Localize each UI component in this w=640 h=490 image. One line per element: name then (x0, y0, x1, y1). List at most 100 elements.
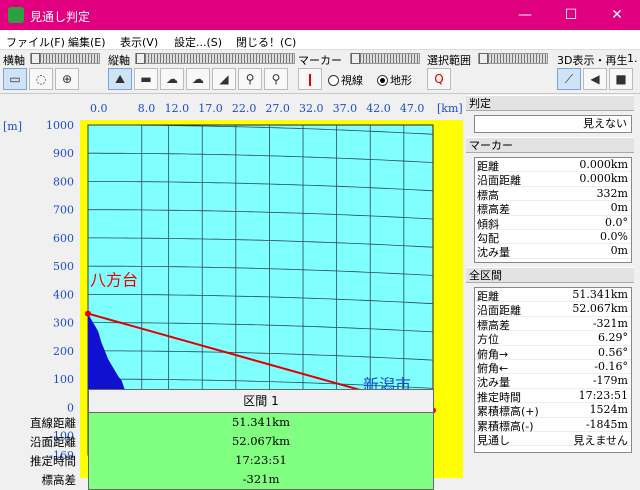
maximize-button[interactable]: ☐ (548, 0, 594, 30)
cloud-icon[interactable]: ☁ (160, 68, 184, 90)
mountain-icon[interactable]: ⛰ (108, 68, 132, 90)
3d-icon[interactable]: ⟋ (557, 68, 581, 90)
v-axis-slider[interactable] (135, 53, 295, 64)
segment-surface-distance: 52.067km (231, 434, 291, 448)
x-axis-label: [km] (437, 102, 463, 115)
window-title: 見通し判定 (30, 10, 91, 24)
minimize-button[interactable]: — (502, 0, 548, 30)
segment-table: 区間 1 51.341km 52.067km 17:23:51 -321m (88, 389, 434, 490)
y-tick-label: 100 (53, 373, 74, 386)
all-range-value: -321m (592, 316, 628, 330)
label-height-diff: 標高差 (41, 473, 77, 487)
menu-close[interactable]: 閉じる！(C) (236, 34, 296, 50)
v-axis-label: 縦軸 (108, 54, 130, 67)
x-tick-label: 42.0 (366, 102, 391, 115)
display-3d-label: 3D表示・再生 (557, 54, 628, 67)
h-axis-slider-thumb[interactable] (31, 53, 40, 64)
menu-view[interactable]: 表示(V) (120, 34, 158, 50)
x-tick-label: 22.0 (232, 102, 257, 115)
marker-value: 0.0° (605, 215, 628, 229)
all-range-row: 方位 6.29° (475, 331, 631, 346)
segment-straight-distance: 51.341km (231, 415, 291, 429)
segment-values: 51.341km 52.067km 17:23:51 -321m (88, 413, 434, 490)
marker-row: 距離 0.000km (475, 158, 631, 173)
slope-icon[interactable]: ◢ (212, 68, 236, 90)
all-range-row: 俯角← -0.16° (475, 359, 631, 375)
x-tick-label: 8.0 (138, 102, 156, 115)
range-slider[interactable] (478, 53, 548, 64)
circle-icon[interactable]: ◌ (29, 68, 53, 90)
y-tick-label: 700 (53, 204, 74, 217)
h-axis-slider[interactable] (30, 53, 100, 64)
y-axis-label: [m] (3, 120, 22, 133)
marker-row: 勾配 0.0% (475, 229, 631, 245)
marker-label: マーカー (298, 54, 342, 67)
flat-icon[interactable]: ▬ (134, 68, 158, 90)
zoom-icon[interactable]: ⊕ (55, 68, 79, 90)
y-tick-label: 900 (53, 147, 74, 160)
sight-line-radio[interactable]: 視線 (328, 72, 363, 88)
segment-header[interactable]: 区間 1 (88, 389, 434, 413)
all-range-row: 俯角→ 0.56° (475, 346, 631, 361)
extra-label: 1. (627, 52, 638, 65)
all-range-row: 標高差 -321m (475, 316, 631, 332)
x-tick-label: 32.0 (299, 102, 324, 115)
marker-value: 0.000km (579, 158, 628, 171)
label-straight-distance: 直線距離 (30, 416, 76, 430)
judgement-value: 見えない (474, 115, 632, 133)
marker-row: 傾斜 0.0° (475, 215, 631, 231)
all-range-row: 沈み量 -179m (475, 374, 631, 389)
all-range-row: 累積標高(+) 1524m (475, 403, 631, 418)
marker-head: マーカー (466, 137, 634, 153)
marker-value: 0.0% (600, 229, 628, 243)
sight-line-label: 視線 (341, 74, 363, 87)
all-range-row: 距離 51.341km (475, 288, 631, 303)
x-tick-label: 47.0 (400, 102, 425, 115)
marker-info-box: 距離 0.000km 沿面距離 0.000km 標高 332m 標高差 0m 傾斜 0.0° 勾配 0… (474, 157, 632, 263)
all-range-head: 全区間 (466, 267, 634, 283)
all-range-value: -0.16° (594, 359, 628, 373)
marker-value: 0m (610, 244, 628, 258)
close-button[interactable]: ✕ (594, 0, 640, 30)
lock-icon[interactable]: ⚲ (238, 68, 262, 90)
play-icon[interactable]: ◀ (583, 68, 607, 90)
app-icon (8, 7, 24, 23)
range-slider-thumb[interactable] (479, 53, 488, 64)
all-range-row: 累積標高(-) -1845m (475, 418, 631, 433)
all-range-value: -179m (592, 374, 628, 388)
menu-bar: ファイル(F) 編集(E) 表示(V) 設定...(S) 閉じる！(C) (0, 30, 640, 50)
y-tick-label: 500 (53, 260, 74, 273)
y-tick-label: 200 (53, 345, 74, 358)
marker-row: 沈み量 0m (475, 244, 631, 260)
stop-icon[interactable]: ■ (609, 68, 633, 90)
side-panel: 判定 見えない マーカー 距離 0.000km 沿面距離 0.000km 標高 332m 標… (466, 95, 640, 480)
lock2-icon[interactable]: ⚲ (264, 68, 288, 90)
menu-settings[interactable]: 設定...(S) (174, 34, 222, 50)
judgement-head: 判定 (466, 95, 634, 111)
terrain-radio-circle (377, 75, 388, 86)
marker-row: 標高 332m (475, 187, 631, 202)
menu-edit[interactable]: 編集(E) (68, 34, 106, 50)
terrain-label: 地形 (390, 74, 412, 87)
all-range-row: 推定時間 17:23:51 (475, 389, 631, 404)
marker-value: 0m (610, 201, 628, 215)
cloud2-icon[interactable]: ☁ (186, 68, 210, 90)
marker-slider-thumb[interactable] (351, 53, 360, 64)
menu-file[interactable]: ファイル(F) (6, 34, 65, 50)
all-range-key: 見通し (477, 433, 510, 447)
all-range-value: 1524m (589, 403, 628, 417)
ruler-icon[interactable]: ▭ (3, 68, 27, 90)
marker-key: 沈み量 (477, 246, 510, 260)
marker-icon[interactable]: ❙ (298, 68, 322, 90)
all-range-value: 51.341km (572, 288, 628, 301)
all-range-value: 見えません (573, 433, 628, 447)
sight-line-radio-circle (328, 75, 339, 86)
x-tick-label: 0.0 (90, 102, 108, 115)
terrain-radio[interactable]: 地形 (377, 72, 412, 88)
y-tick-label: 400 (53, 288, 74, 301)
range-icon[interactable]: Q (427, 68, 451, 90)
v-axis-slider-thumb[interactable] (136, 53, 145, 64)
y-tick-label: 0 (67, 401, 74, 414)
marker-slider[interactable] (350, 53, 420, 64)
y-tick-label: 800 (53, 175, 74, 188)
